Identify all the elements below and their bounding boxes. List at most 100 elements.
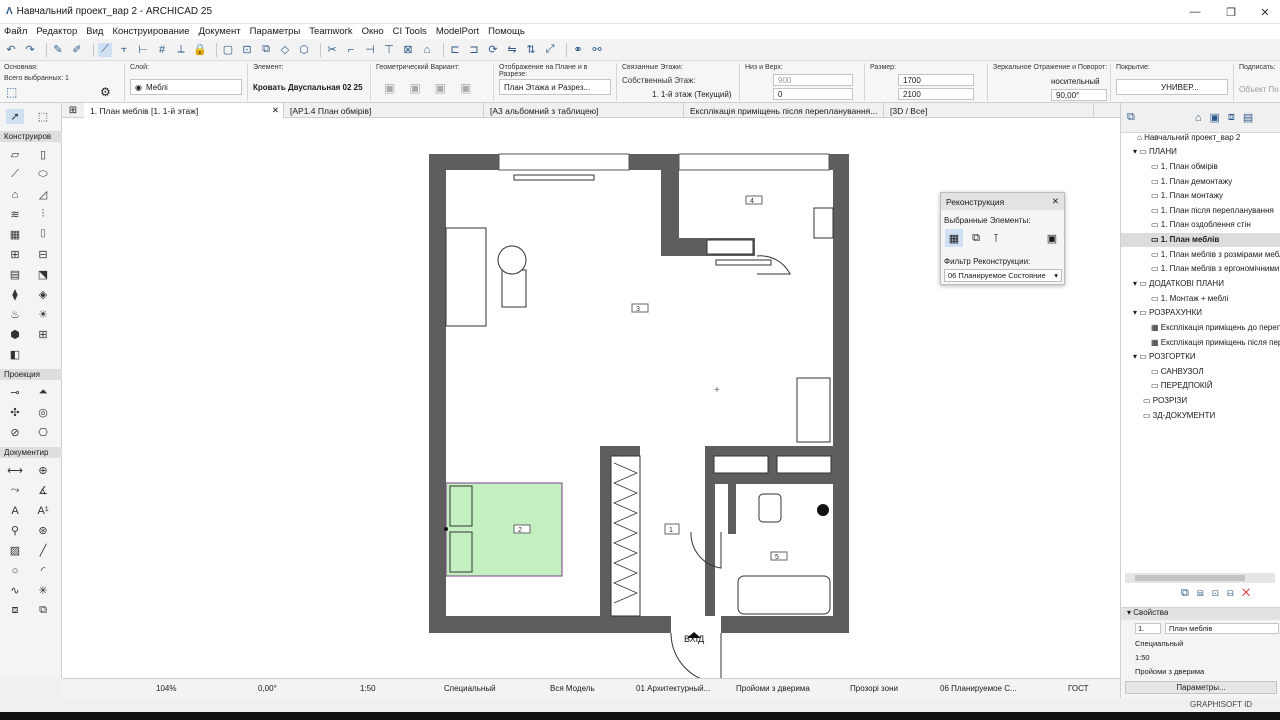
params-button[interactable]: Параметры... xyxy=(1125,681,1277,694)
dimension-tool[interactable]: ⟷ xyxy=(6,463,24,478)
offset-icon[interactable]: ⌂ xyxy=(420,43,434,57)
hotspot-tool[interactable]: ✳ xyxy=(34,583,52,598)
3d-icon[interactable]: ⬡ xyxy=(297,43,311,57)
selected-bed[interactable] xyxy=(445,482,563,577)
fill-tool[interactable]: ▨ xyxy=(6,543,24,558)
rotate-icon[interactable]: ⟳ xyxy=(486,43,500,57)
adjust-icon[interactable]: ⊤ xyxy=(382,43,396,57)
morph-tool[interactable]: ◈ xyxy=(34,287,52,302)
settings-icon[interactable]: ⚙ xyxy=(100,85,111,99)
lock-icon[interactable]: 🔒 xyxy=(193,43,207,57)
trace-icon[interactable]: ◇ xyxy=(278,43,292,57)
layer-combo-value[interactable]: 01 Архитектурный... xyxy=(636,684,710,693)
worksheet-tool[interactable]: ◎ xyxy=(34,405,52,420)
roof-tool[interactable]: ⌂ xyxy=(6,187,24,202)
close-window-button[interactable]: ✕ xyxy=(1248,0,1280,24)
skylight-tool[interactable]: ⊟ xyxy=(34,247,52,262)
elevation-tool[interactable]: ⏶ xyxy=(34,385,52,400)
wall-tool[interactable]: ▱ xyxy=(6,147,24,162)
filter-select[interactable]: 06 Планируемое Состояние ▾ xyxy=(944,269,1062,282)
menu-file[interactable]: Файл xyxy=(4,26,27,37)
section-tool[interactable]: ⊸ xyxy=(6,385,24,400)
tree-item-hallway[interactable]: ▭ ПЕРЕДПОКІЙ xyxy=(1151,381,1213,390)
tree-item-installation[interactable]: ▭ 1. План монтажу xyxy=(1151,191,1223,200)
tree-item-schedule-before[interactable]: ▦ Експлікація приміщень до перепл xyxy=(1151,323,1280,332)
tree-item-furniture-dims[interactable]: ▭ 1. План меблів з розмірами меблів xyxy=(1151,250,1280,259)
suspend-groups-icon[interactable]: ⊡ xyxy=(240,43,254,57)
hotlink-icon[interactable]: ⚯ xyxy=(590,43,604,57)
figure-tool[interactable]: ⊛ xyxy=(34,523,52,538)
layout-book-icon[interactable]: ▣ xyxy=(1210,111,1220,124)
own-floor-value[interactable]: 1. 1-й этаж (Текущий) xyxy=(652,90,732,99)
openings-value[interactable]: Пройоми з дверима xyxy=(736,684,810,693)
tab-3d-all[interactable]: [3D / Все] xyxy=(884,103,1094,118)
new-icon[interactable]: ⊺ xyxy=(987,229,1005,247)
model-value[interactable]: Вся Модель xyxy=(550,684,595,693)
light-tool[interactable]: ☀ xyxy=(34,307,52,322)
surface-select[interactable]: УНИВЕР... xyxy=(1116,79,1228,95)
beam-tool[interactable]: ⟋ xyxy=(6,167,24,182)
box-tool[interactable]: ⬢ xyxy=(6,327,24,342)
link-icon[interactable]: ⚭ xyxy=(571,43,585,57)
spline-tool[interactable]: ∿ xyxy=(6,583,24,598)
curtain-wall-tool[interactable]: ▦ xyxy=(6,227,24,242)
redo-icon[interactable]: ↷ xyxy=(23,43,37,57)
layer-select[interactable]: ◉ Меблі xyxy=(130,79,242,95)
detail-tool[interactable]: ⊘ xyxy=(6,425,24,440)
panel-tool[interactable]: ◧ xyxy=(6,347,24,362)
angle-dimension-tool[interactable]: ∡ xyxy=(34,483,52,498)
id-field[interactable]: 1. xyxy=(1135,623,1161,634)
palette-close-icon[interactable]: ✕ xyxy=(1052,196,1059,207)
mesh-tool[interactable]: ⧫ xyxy=(6,287,24,302)
menu-design[interactable]: Конструирование xyxy=(112,26,189,37)
demolished-icon[interactable]: ⧉ xyxy=(967,229,985,247)
tree-item-elevations[interactable]: ▾ ▭ РОЗГОРТКИ xyxy=(1133,352,1196,361)
tree-item-furniture-ergonomics[interactable]: ▭ 1. План меблів з ергономічними xyxy=(1151,264,1279,273)
slab-tool[interactable]: ⬭ xyxy=(34,167,52,182)
tab-furniture-plan[interactable]: 1. План меблів [1. 1-й этаж] ✕ xyxy=(84,103,284,118)
size-b-input[interactable]: 2100 xyxy=(898,88,974,100)
label-tool[interactable]: A xyxy=(6,503,24,518)
level-dimension-tool[interactable]: ⊕ xyxy=(34,463,52,478)
delete-icon[interactable]: ✕ xyxy=(1242,587,1258,599)
zone-tool[interactable]: ⬔ xyxy=(34,267,52,282)
tree-item-3d-docs[interactable]: ▭ 3Д-ДОКУМЕНТИ xyxy=(1143,411,1215,420)
arrow-tool-icon[interactable]: ⬚ xyxy=(6,85,17,99)
lamp-tool[interactable]: ♨ xyxy=(6,307,24,322)
grid-tool[interactable]: ⊞ xyxy=(34,327,52,342)
railing-tool[interactable]: ⫶ xyxy=(34,207,52,222)
tree-item-bathroom[interactable]: ▭ САНВУЗОЛ xyxy=(1151,367,1204,376)
publisher-icon[interactable]: ⧈ xyxy=(1228,111,1235,124)
snap-icon[interactable]: ⊢ xyxy=(136,43,150,57)
existing-icon[interactable]: ▦ xyxy=(945,229,963,247)
door-tool[interactable]: ⌷ xyxy=(34,227,52,242)
resize-icon[interactable]: ⤢ xyxy=(543,43,557,57)
element-value[interactable]: Кровать Двуспальная 02 25 xyxy=(253,83,363,92)
top-input[interactable]: 0 xyxy=(773,88,853,100)
size-a-input[interactable]: 1700 xyxy=(898,74,974,86)
bottom-input[interactable]: 900 xyxy=(773,74,853,86)
split-icon[interactable]: ⊣ xyxy=(363,43,377,57)
group-icon[interactable]: ▢ xyxy=(221,43,235,57)
zones-value[interactable]: Прозорі зони xyxy=(850,684,898,693)
tab-a3-album[interactable]: [А3 альбомний з таблицею] xyxy=(484,103,684,118)
name-field[interactable]: План меблів xyxy=(1165,623,1279,634)
arc-tool[interactable]: ◜ xyxy=(34,563,52,578)
stair-tool[interactable]: ≋ xyxy=(6,207,24,222)
line-tool[interactable]: ╱ xyxy=(34,543,52,558)
toolbox-section-viewpoint[interactable]: Проекция xyxy=(0,369,62,380)
intersect-icon[interactable]: ⊠ xyxy=(401,43,415,57)
mirror-icon[interactable]: ⇋ xyxy=(505,43,519,57)
grid-snap-icon[interactable]: # xyxy=(155,43,169,57)
rotation-input[interactable]: 90,00° xyxy=(1051,89,1107,101)
menu-document[interactable]: Документ xyxy=(198,26,240,37)
align-icon[interactable]: ⊏ xyxy=(448,43,462,57)
show-all-icon[interactable]: ▣ xyxy=(1043,229,1061,247)
properties-header[interactable]: ▾ Свойства xyxy=(1121,608,1280,620)
marker-tool[interactable]: ⚲ xyxy=(6,523,24,538)
camera-tool[interactable]: ⎔ xyxy=(34,425,52,440)
view-map-icon[interactable]: ⌂ xyxy=(1195,112,1202,124)
standard-value[interactable]: ГОСТ xyxy=(1068,684,1089,693)
radial-dimension-tool[interactable]: ⤳ xyxy=(6,483,24,498)
interior-elevation-tool[interactable]: ✣ xyxy=(6,405,24,420)
